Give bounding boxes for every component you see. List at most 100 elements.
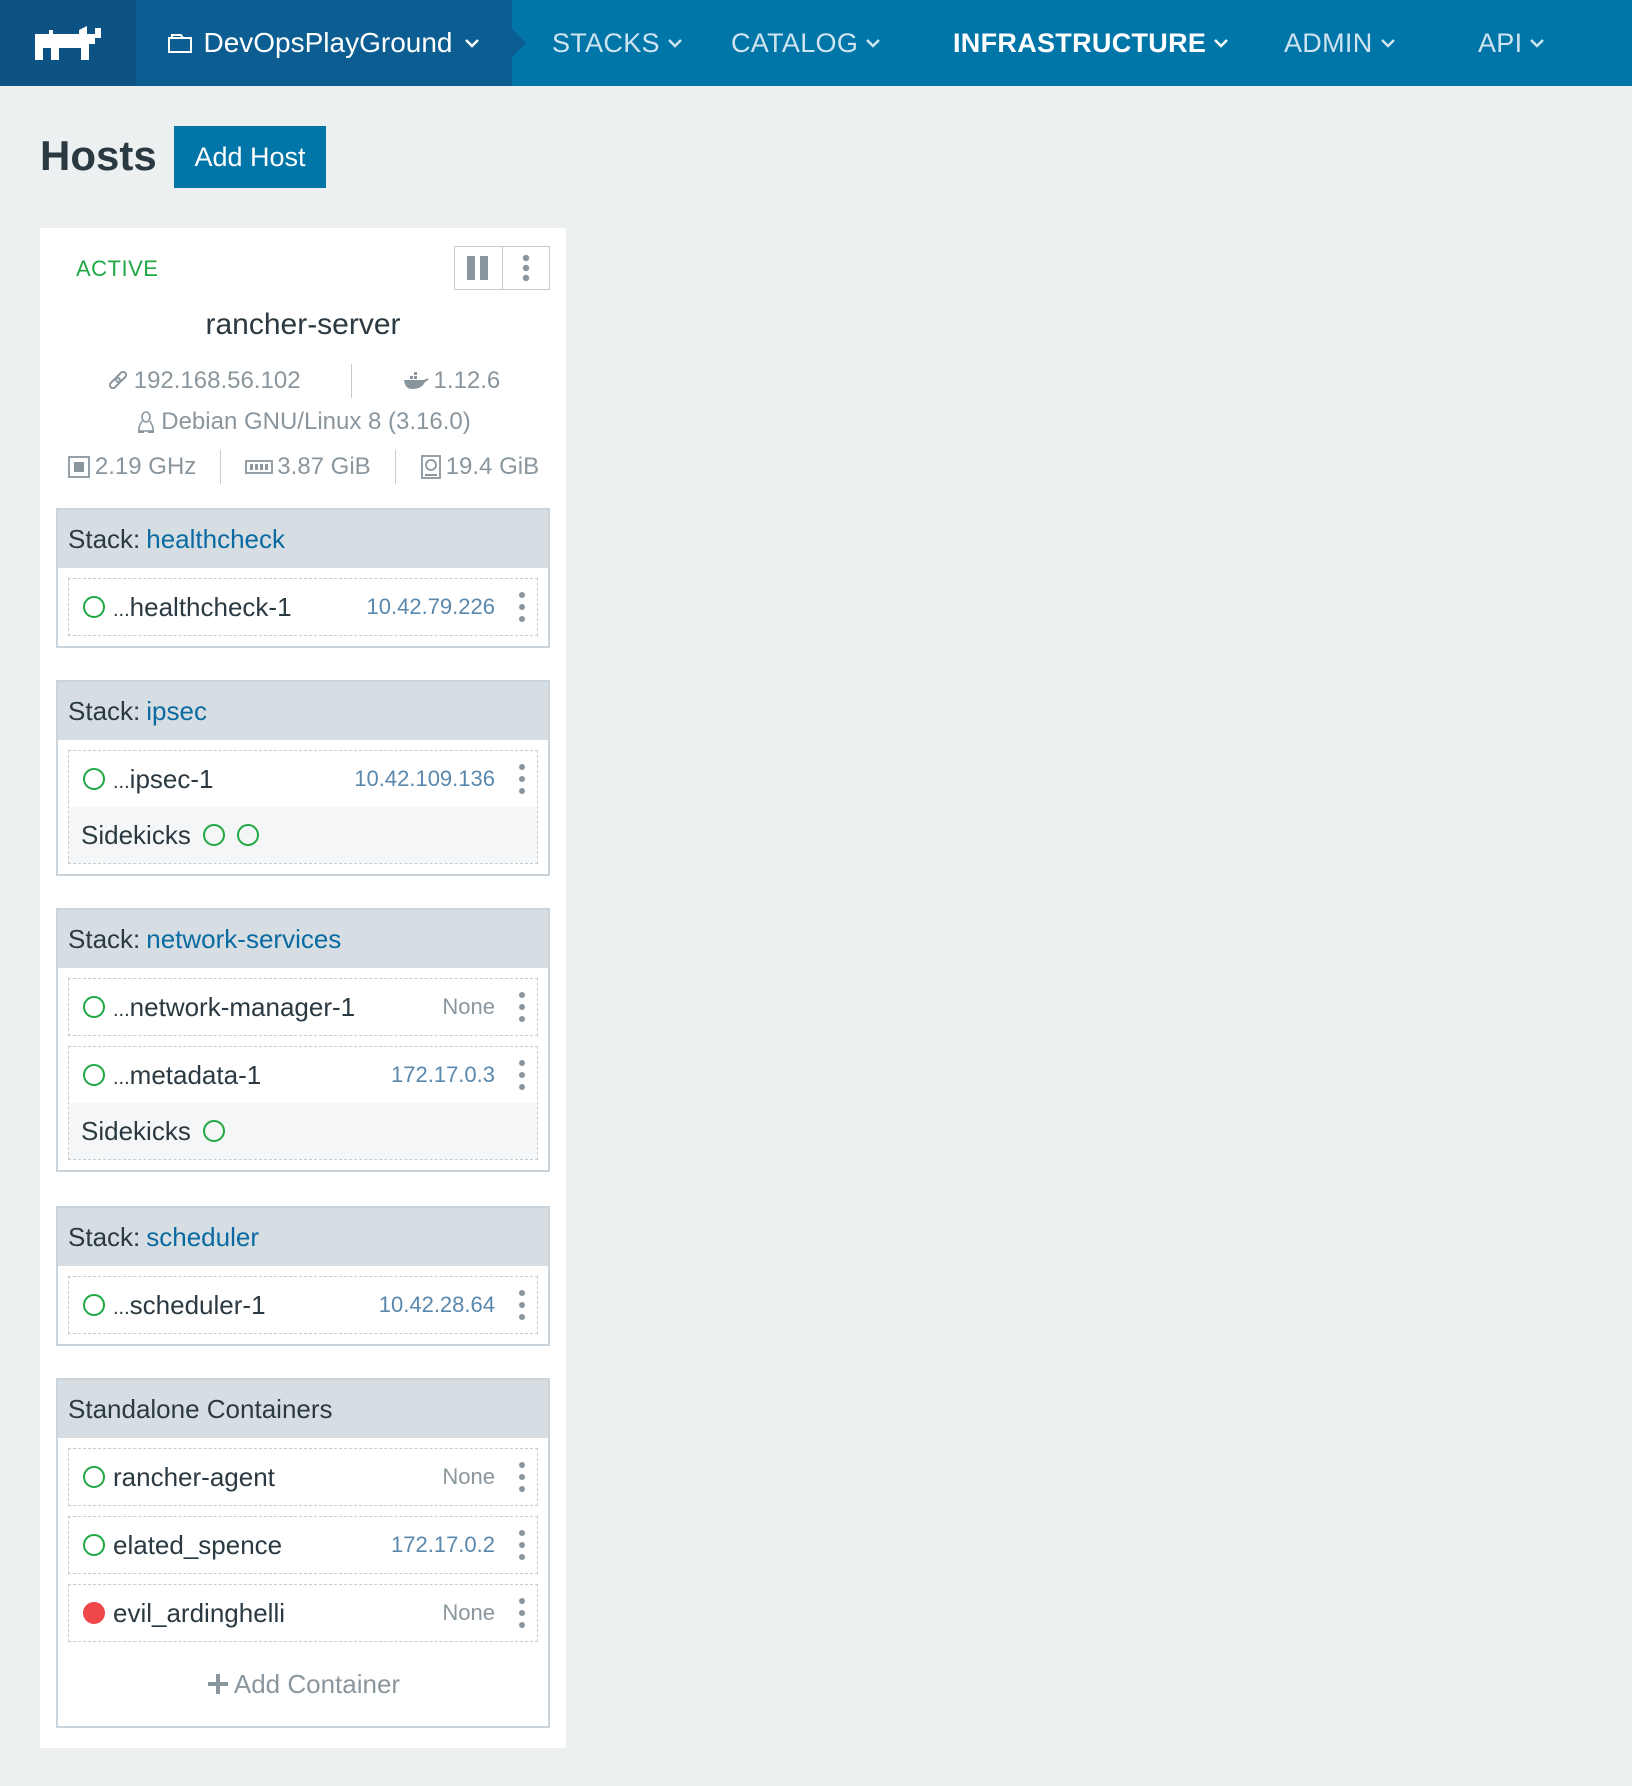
environment-selector[interactable]: DevOpsPlayGround	[136, 0, 526, 86]
stack-body: rancher-agent None elated_spence 172.17.…	[58, 1438, 548, 1726]
container-menu-icon[interactable]	[517, 1060, 527, 1090]
container-name-prefix: ...	[113, 1296, 130, 1319]
container-item: ...ipsec-1 10.42.109.136 Sidekicks	[68, 750, 538, 864]
pause-button[interactable]	[455, 247, 503, 289]
host-storage: 19.4 GiB	[420, 453, 539, 481]
host-memory: 3.87 GiB	[245, 453, 371, 481]
host-name[interactable]: rancher-server	[40, 308, 566, 342]
stack-body: ...healthcheck-1 10.42.79.226	[58, 568, 548, 646]
stack-prefix: Stack:	[68, 695, 141, 726]
nav-admin[interactable]: ADMIN	[1284, 0, 1397, 86]
container-row: rancher-agent None	[69, 1449, 537, 1505]
chevron-down-icon	[1530, 39, 1545, 48]
host-os: Debian GNU/Linux 8 (3.16.0)	[135, 408, 471, 436]
host-action-buttons	[454, 246, 550, 290]
stack-header: Stack: ipsec	[58, 682, 548, 740]
container-ip: None	[442, 994, 495, 1019]
container-ip: 172.17.0.3	[391, 1062, 495, 1087]
docker-version: 1.12.6	[402, 367, 501, 395]
container-name-text: metadata-1	[129, 1059, 262, 1090]
container-name[interactable]: ...healthcheck-1	[113, 592, 292, 623]
container-menu-icon[interactable]	[517, 1290, 527, 1320]
stack-link-healthcheck[interactable]: healthcheck	[146, 524, 285, 555]
environment-icon	[168, 34, 193, 53]
container-name-text: network-manager-1	[129, 991, 356, 1022]
container-name-prefix: ...	[113, 598, 130, 621]
container-ip: 10.42.79.226	[366, 594, 495, 619]
container-menu-icon[interactable]	[517, 1530, 527, 1560]
chevron-down-icon	[1214, 39, 1229, 48]
container-menu-icon[interactable]	[517, 1598, 527, 1628]
add-container-button[interactable]: Add Container	[68, 1652, 538, 1716]
host-ip-value: 192.168.56.102	[133, 367, 301, 394]
container-name[interactable]: ...metadata-1	[113, 1060, 261, 1091]
stack-link-ipsec[interactable]: ipsec	[146, 696, 207, 727]
cpu-icon	[68, 456, 90, 478]
status-running-icon	[83, 1064, 105, 1086]
container-row: ...metadata-1 172.17.0.3	[69, 1047, 537, 1103]
stack-prefix: Stack:	[68, 923, 141, 954]
environment-name: DevOpsPlayGround	[203, 27, 453, 58]
nav-api[interactable]: API	[1478, 0, 1546, 86]
container-ip: 172.17.0.2	[391, 1532, 495, 1557]
container-name[interactable]: ...ipsec-1	[113, 764, 214, 795]
nav-catalog-label: CATALOG	[731, 27, 859, 58]
stack-body: ...scheduler-1 10.42.28.64	[58, 1266, 548, 1344]
container-name[interactable]: evil_ardinghelli	[113, 1598, 285, 1629]
nav-catalog[interactable]: CATALOG	[731, 0, 882, 86]
container-menu-icon[interactable]	[517, 592, 527, 622]
container-name-text: ipsec-1	[129, 763, 214, 794]
nav-infrastructure[interactable]: INFRASTRUCTURE	[953, 0, 1230, 86]
host-menu-button[interactable]	[503, 247, 550, 289]
stack-prefix: Stack:	[68, 523, 141, 554]
chevron-down-icon	[1380, 39, 1395, 48]
divider	[220, 450, 222, 484]
chevron-down-icon	[464, 39, 479, 48]
nav-infrastructure-label: INFRASTRUCTURE	[953, 27, 1207, 58]
container-name[interactable]: ...network-manager-1	[113, 992, 355, 1023]
add-host-button[interactable]: Add Host	[174, 126, 326, 188]
stack-link-scheduler[interactable]: scheduler	[146, 1222, 259, 1253]
top-navigation: DevOpsPlayGround STACKS CATALOG INFRASTR…	[0, 0, 1632, 86]
container-name-prefix: ...	[113, 770, 130, 793]
stack-body: ...network-manager-1 None ...metadata-1 …	[58, 968, 548, 1170]
container-row: ...scheduler-1 10.42.28.64	[69, 1277, 537, 1333]
stack-header: Stack: network-services	[58, 910, 548, 968]
container-menu-icon[interactable]	[517, 1462, 527, 1492]
container-name[interactable]: elated_spence	[113, 1530, 282, 1561]
status-running-icon	[83, 768, 105, 790]
sidekick-status-icon[interactable]	[236, 824, 259, 846]
container-item: ...healthcheck-1 10.42.79.226	[68, 578, 538, 636]
host-os-row: Debian GNU/Linux 8 (3.16.0)	[40, 408, 566, 436]
nav-admin-label: ADMIN	[1284, 27, 1373, 58]
rancher-cow-icon	[35, 26, 101, 60]
container-menu-icon[interactable]	[517, 764, 527, 794]
nav-stacks-label: STACKS	[552, 27, 660, 58]
chevron-down-icon	[667, 39, 682, 48]
standalone-containers: Standalone Containers rancher-agent None…	[56, 1378, 550, 1728]
more-vertical-icon	[522, 254, 529, 282]
rancher-logo[interactable]	[0, 0, 136, 86]
container-item: rancher-agent None	[68, 1448, 538, 1506]
docker-version-value: 1.12.6	[433, 367, 501, 394]
host-card: ACTIVE rancher-server 192.168.56.102 1.1…	[40, 228, 566, 1748]
stack-header: Stack: healthcheck	[58, 510, 548, 568]
stack-network-services: Stack: network-services ...network-manag…	[56, 908, 550, 1172]
container-item: elated_spence 172.17.0.2	[68, 1516, 538, 1574]
container-name-text: scheduler-1	[129, 1289, 266, 1320]
chevron-down-icon	[866, 39, 881, 48]
link-icon	[108, 370, 127, 390]
container-name[interactable]: rancher-agent	[113, 1462, 275, 1493]
host-os-value: Debian GNU/Linux 8 (3.16.0)	[161, 408, 471, 435]
host-meta-row-1: 192.168.56.102 1.12.6	[40, 364, 566, 398]
container-ip: None	[442, 1464, 495, 1489]
sidekick-status-icon[interactable]	[202, 824, 225, 846]
container-name[interactable]: ...scheduler-1	[113, 1290, 266, 1321]
sidekicks-label: Sidekicks	[81, 1115, 191, 1146]
sidekick-status-icon[interactable]	[202, 1120, 225, 1142]
nav-stacks[interactable]: STACKS	[552, 0, 684, 86]
container-menu-icon[interactable]	[517, 992, 527, 1022]
host-ip: 192.168.56.102	[106, 367, 301, 395]
stack-link-network-services[interactable]: network-services	[146, 924, 341, 955]
host-storage-value: 19.4 GiB	[445, 453, 540, 480]
